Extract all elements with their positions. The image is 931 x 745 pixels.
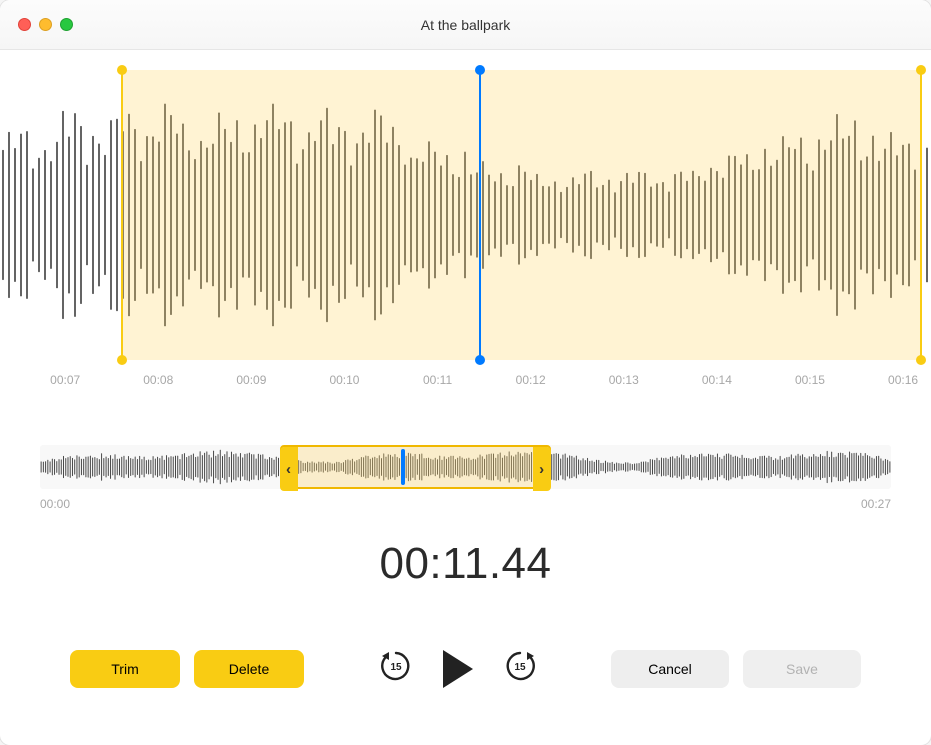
selection-handle-dot[interactable] <box>916 355 926 365</box>
playhead-handle-dot[interactable] <box>475 65 485 75</box>
tick-label: 00:14 <box>702 373 732 387</box>
close-window-button[interactable] <box>18 18 31 31</box>
tick-label: 00:13 <box>609 373 639 387</box>
cancel-button[interactable]: Cancel <box>611 650 729 688</box>
tick-label: 00:16 <box>888 373 918 387</box>
trim-handle-left[interactable]: ‹ <box>280 447 298 491</box>
play-icon <box>443 650 473 688</box>
tick-label: 00:09 <box>236 373 266 387</box>
overview-end-time: 00:27 <box>861 497 891 511</box>
tick-label: 00:10 <box>329 373 359 387</box>
playhead[interactable] <box>479 70 481 360</box>
tick-label: 00:12 <box>516 373 546 387</box>
main-waveform-area[interactable]: 600:0700:0800:0900:1000:1100:1200:1300:1… <box>0 50 931 395</box>
skip-forward-15-icon[interactable]: 15 <box>503 649 537 688</box>
overview-area[interactable]: ‹ › <box>40 445 891 489</box>
titlebar: At the ballpark <box>0 0 931 50</box>
current-time-display: 00:11.44 <box>0 539 931 589</box>
controls-row: Trim Delete 15 15 Can <box>0 649 931 688</box>
tick-label: 00:07 <box>50 373 80 387</box>
main-time-ruler: 600:0700:0800:0900:1000:1100:1200:1300:1… <box>0 367 931 395</box>
trim-region[interactable]: ‹ › <box>280 445 551 489</box>
svg-text:15: 15 <box>514 662 526 673</box>
tick-label: 00:11 <box>423 373 452 387</box>
selection-region[interactable] <box>121 70 922 360</box>
skip-back-15-icon[interactable]: 15 <box>379 649 413 688</box>
minimize-window-button[interactable] <box>39 18 52 31</box>
overview-playhead[interactable] <box>401 449 405 485</box>
svg-text:15: 15 <box>390 662 402 673</box>
window-title: At the ballpark <box>0 17 931 33</box>
trim-button[interactable]: Trim <box>70 650 180 688</box>
play-button[interactable] <box>443 650 473 688</box>
tick-label: 00:08 <box>143 373 173 387</box>
delete-button[interactable]: Delete <box>194 650 304 688</box>
tick-label: 00:15 <box>795 373 825 387</box>
selection-handle-dot[interactable] <box>117 65 127 75</box>
playhead-handle-dot[interactable] <box>475 355 485 365</box>
selection-handle-dot[interactable] <box>117 355 127 365</box>
save-button: Save <box>743 650 861 688</box>
trim-handle-right[interactable]: › <box>533 447 551 491</box>
selection-handle-dot[interactable] <box>916 65 926 75</box>
zoom-window-button[interactable] <box>60 18 73 31</box>
overview-start-time: 00:00 <box>40 497 70 511</box>
